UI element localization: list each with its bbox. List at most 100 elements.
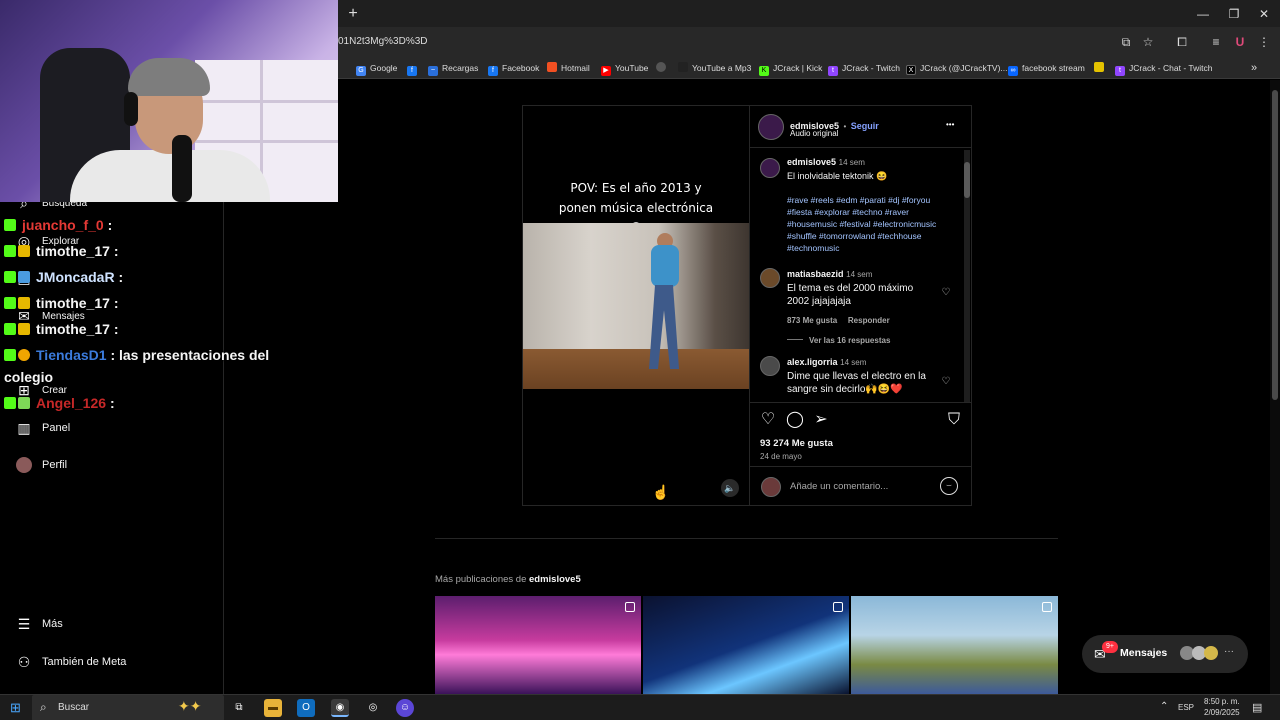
kick-icon: K bbox=[759, 66, 769, 76]
add-comment-input[interactable]: Añade un comentario... bbox=[790, 481, 888, 492]
sidebar-item-tambien-de-meta[interactable]: ⚇ También de Meta bbox=[16, 650, 127, 674]
extensions-icon[interactable]: ⧠ bbox=[1174, 34, 1190, 50]
task-view-icon[interactable]: ⧉ bbox=[230, 699, 248, 717]
bookmark-youtube-mp3[interactable]: YouTube a Mp3 bbox=[678, 61, 751, 75]
comment-like-icon[interactable]: ♡ bbox=[940, 287, 952, 299]
sidebar-item-mas[interactable]: ☰ Más bbox=[16, 612, 63, 636]
restore-button[interactable]: ❐ bbox=[1223, 5, 1245, 23]
comment-avatar[interactable] bbox=[760, 356, 780, 376]
audio-label[interactable]: Audio original bbox=[790, 129, 838, 138]
view-replies-button[interactable]: Ver las 16 respuestas bbox=[809, 336, 890, 345]
menu-icon: ☰ bbox=[17, 616, 31, 632]
comment-avatar[interactable] bbox=[760, 268, 780, 288]
obs-icon[interactable]: ◎ bbox=[364, 699, 382, 717]
chat-line: timothe_17 : bbox=[4, 321, 118, 337]
profile-icon[interactable]: U bbox=[1232, 34, 1248, 50]
comment: matiasbaezid 14 sem El tema es del 2000 … bbox=[787, 269, 914, 345]
chat-line: timothe_17 : bbox=[4, 243, 118, 259]
comment-like-icon[interactable]: ♡ bbox=[940, 376, 952, 388]
sidebar-item-perfil[interactable]: Perfil bbox=[16, 453, 67, 477]
bookmark-x[interactable]: X JCrack (@JCrackTV)... bbox=[906, 61, 1008, 75]
mouse-cursor-icon: ☝ bbox=[652, 484, 670, 500]
sidebar-item-panel[interactable]: ▥ Panel bbox=[16, 416, 70, 440]
youtube-icon: ▶ bbox=[601, 66, 611, 76]
video-frame[interactable] bbox=[523, 223, 749, 389]
language-indicator[interactable]: ESP bbox=[1178, 703, 1194, 712]
bookmark-star-icon[interactable]: ☆ bbox=[1140, 34, 1156, 50]
bookmark-google[interactable]: G Google bbox=[356, 61, 397, 76]
bookmark-facebook-icon-only[interactable]: f bbox=[407, 61, 421, 76]
likes-count[interactable]: 93 274 Me gusta bbox=[760, 438, 833, 449]
recargas-icon: ~ bbox=[428, 66, 438, 76]
hashtags[interactable]: #rave #reels #edm #parati #dj #foryou #f… bbox=[787, 194, 955, 254]
comment-avatar[interactable] bbox=[760, 158, 780, 178]
streamer-cap bbox=[128, 58, 210, 96]
author-avatar[interactable] bbox=[758, 114, 784, 140]
more-options-icon[interactable]: ••• bbox=[946, 120, 954, 129]
taskbar-search[interactable]: ⌕ Buscar ✦✦ bbox=[32, 695, 224, 720]
follow-button[interactable]: Seguir bbox=[851, 121, 879, 131]
post-media[interactable]: POV: Es el año 2013 y ponen música elect… bbox=[523, 106, 749, 505]
file-explorer-icon[interactable]: ▬ bbox=[264, 699, 282, 717]
notifications-icon[interactable]: ▤ bbox=[1252, 701, 1262, 714]
windows-start-icon[interactable]: ⊞ bbox=[10, 701, 24, 715]
twitch-icon: t bbox=[828, 66, 838, 76]
microphone bbox=[172, 135, 192, 202]
minimize-button[interactable]: — bbox=[1192, 5, 1214, 23]
discord-icon[interactable]: ☺ bbox=[396, 699, 414, 717]
carousel-icon bbox=[833, 602, 843, 612]
more-post-thumbnail[interactable] bbox=[643, 596, 849, 694]
page-scrollbar[interactable] bbox=[1270, 80, 1280, 694]
bookmark-hotmail[interactable]: Hotmail bbox=[547, 61, 590, 75]
like-icon[interactable]: ♡ bbox=[759, 411, 777, 429]
clock[interactable]: 8:50 p. m. 2/09/2025 bbox=[1204, 697, 1240, 717]
save-icon[interactable]: ⛉ bbox=[945, 411, 963, 429]
bookmark-twitch[interactable]: t JCrack - Twitch bbox=[828, 61, 900, 76]
bookmark-kick[interactable]: K JCrack | Kick bbox=[759, 61, 822, 76]
bookmark-facebook-stream[interactable]: ∞ facebook stream bbox=[1008, 61, 1085, 76]
new-tab-button[interactable]: + bbox=[344, 5, 362, 23]
bookmark-globe[interactable] bbox=[656, 61, 670, 75]
share-icon[interactable]: ➢ bbox=[812, 411, 830, 429]
bookmark-recargas[interactable]: ~ Recargas bbox=[428, 61, 478, 76]
messages-badge: 9+ bbox=[1102, 641, 1118, 653]
copilot-sparkle-icon: ✦✦ bbox=[178, 698, 202, 714]
mp3-icon bbox=[678, 62, 688, 72]
google-icon: G bbox=[356, 66, 366, 76]
bookmark-folder-icon bbox=[1094, 62, 1104, 72]
tray-overflow-icon[interactable]: ⌃ bbox=[1160, 701, 1168, 712]
gift-badge-icon bbox=[18, 397, 30, 409]
emoji-icon[interactable]: ⌣ bbox=[940, 477, 958, 495]
media-control-icon[interactable]: ≡ bbox=[1208, 34, 1224, 50]
more-post-thumbnail[interactable] bbox=[435, 596, 641, 694]
bookmark-youtube[interactable]: ▶ YouTube bbox=[601, 61, 648, 76]
comments-scrollbar[interactable] bbox=[964, 150, 970, 402]
twitch-icon: t bbox=[1115, 66, 1125, 76]
section-divider bbox=[435, 538, 1058, 539]
bookmark-facebook[interactable]: f Facebook bbox=[488, 61, 539, 76]
search-icon: ⌕ bbox=[40, 700, 47, 714]
comment: alex.ligorria 14 sem Dime que llevas el … bbox=[787, 357, 926, 395]
comment-icon[interactable]: ◯ bbox=[786, 411, 804, 429]
more-post-thumbnail[interactable] bbox=[851, 596, 1058, 694]
bookmarks-overflow[interactable]: » bbox=[1251, 61, 1257, 75]
avatar bbox=[16, 457, 32, 473]
bookmark-yellow[interactable] bbox=[1094, 61, 1108, 75]
messages-floating-button[interactable]: ✉ 9+ Mensajes ··· bbox=[1082, 635, 1248, 673]
cast-icon[interactable]: ⧉ bbox=[1118, 34, 1134, 50]
browser-menu-icon[interactable]: ⋮ bbox=[1256, 34, 1272, 50]
chat-line: TiendasD1 : las presentaciones del bbox=[4, 347, 269, 363]
more-icon: ··· bbox=[1224, 646, 1234, 657]
kick-badge-icon bbox=[4, 245, 16, 257]
volume-icon[interactable]: 🔈 bbox=[721, 479, 739, 497]
url-text[interactable]: 01N2t3Mg%3D%3D bbox=[338, 36, 428, 47]
reply-button[interactable]: Responder bbox=[848, 316, 890, 325]
bookmark-twitch-chat[interactable]: t JCrack - Chat - Twitch bbox=[1115, 61, 1212, 76]
post-date: 24 de mayo bbox=[760, 452, 802, 461]
close-window-button[interactable]: ✕ bbox=[1253, 5, 1275, 23]
chrome-icon[interactable]: ◉ bbox=[331, 699, 349, 717]
post-sidebar: edmislove5 • Seguir Audio original ••• e… bbox=[749, 106, 972, 505]
avatar bbox=[1204, 646, 1218, 660]
comment-likes[interactable]: 873 Me gusta bbox=[787, 316, 837, 325]
outlook-icon[interactable]: O bbox=[297, 699, 315, 717]
